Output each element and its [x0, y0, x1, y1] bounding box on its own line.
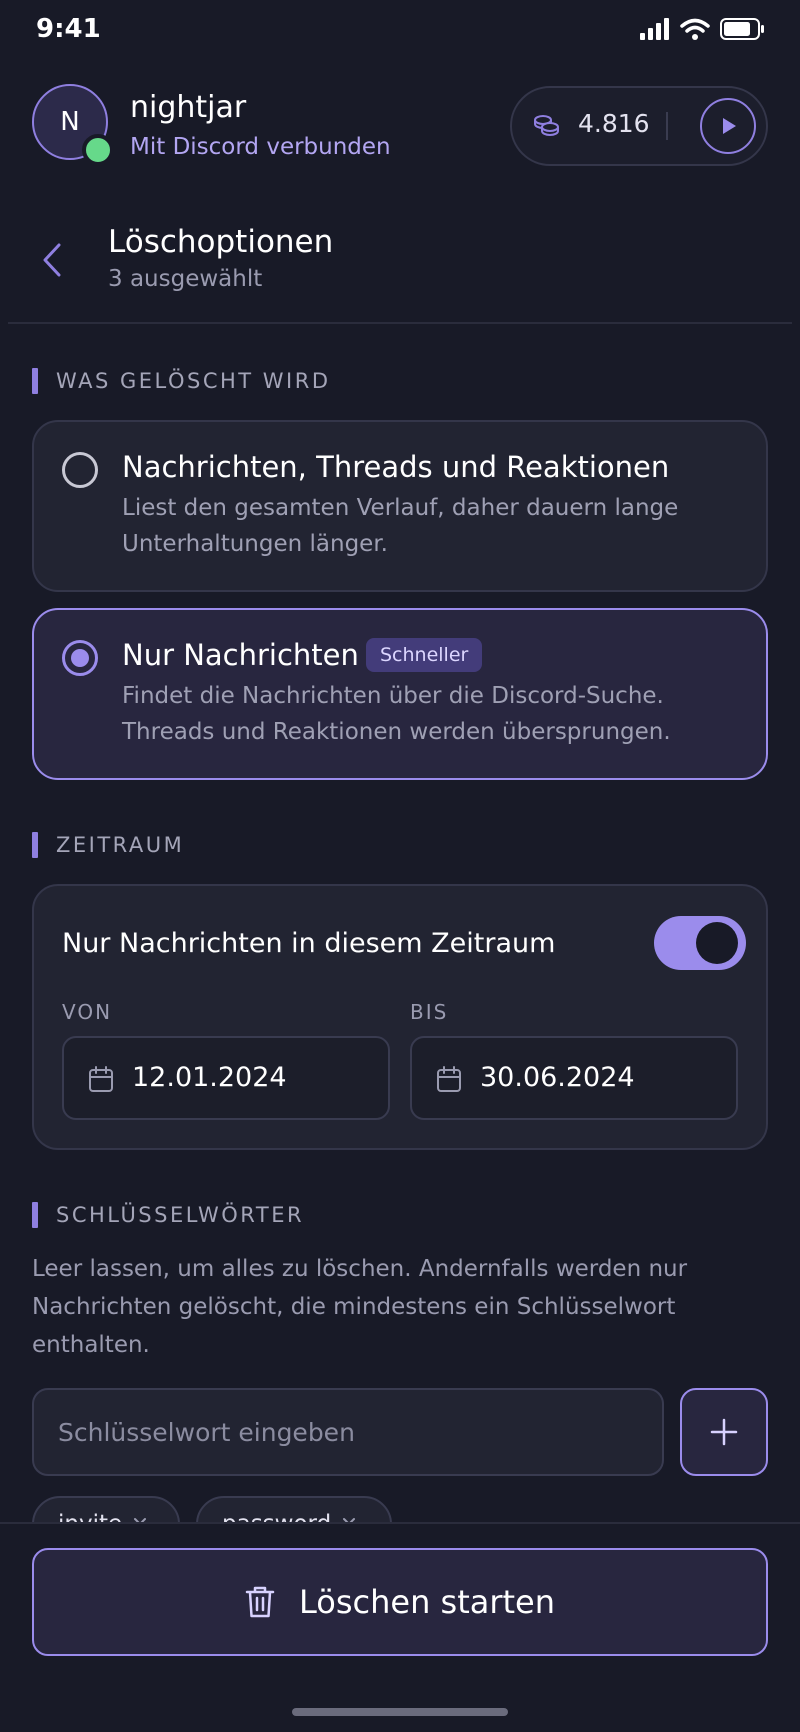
start-deletion-label: Löschen starten: [298, 1583, 556, 1621]
option-messages-only-description: Findet die Nachrichten über die Discord-…: [122, 683, 671, 745]
play-button[interactable]: [700, 98, 756, 154]
avatar-initial: N: [60, 107, 80, 137]
section-range-heading: ZEITRAUM: [32, 832, 184, 858]
credits-balance: 4.816: [578, 109, 650, 138]
section-keywords-label: SCHLÜSSELWÖRTER: [56, 1203, 305, 1227]
battery-icon: [720, 18, 764, 40]
radio-full-history[interactable]: [62, 452, 98, 488]
status-time: 9:41: [36, 14, 101, 44]
back-button[interactable]: [36, 238, 68, 282]
signal-icon: [640, 18, 669, 40]
range-toggle-label: Nur Nachrichten in diesem Zeitraum: [62, 928, 556, 959]
coins-icon: [534, 115, 559, 137]
online-status-dot: [82, 134, 114, 166]
keyword-chip-row: invite password: [32, 1496, 452, 1524]
calendar-icon: [437, 1066, 461, 1092]
trash-icon: [245, 1586, 275, 1618]
option-full-history-description: Liest den gesamten Verlauf, daher dauern…: [122, 495, 679, 557]
radio-messages-only[interactable]: [62, 640, 98, 676]
from-label: VON: [62, 1000, 113, 1024]
section-scope-label: WAS GELÖSCHT WIRD: [56, 369, 331, 393]
plus-icon: [710, 1418, 738, 1446]
start-deletion-button[interactable]: Löschen starten: [32, 1548, 768, 1656]
connection-status: Mit Discord verbunden: [130, 134, 391, 160]
pill-divider: [666, 112, 668, 140]
section-accent-bar: [32, 1202, 38, 1228]
add-keyword-button[interactable]: [680, 1388, 768, 1476]
chevron-left-icon: [43, 243, 61, 277]
section-keywords-heading: SCHLÜSSELWÖRTER: [32, 1202, 304, 1228]
range-toggle-knob: [696, 922, 738, 964]
keyword-input[interactable]: [32, 1388, 664, 1476]
to-label: BIS: [410, 1000, 449, 1024]
play-icon: [723, 118, 736, 134]
section-scope-heading: WAS GELÖSCHT WIRD: [32, 368, 331, 394]
option-full-history-title: Nachrichten, Threads und Reaktionen: [122, 450, 670, 484]
keyword-chip[interactable]: password: [196, 1496, 392, 1524]
wifi-icon: [680, 18, 710, 40]
username: nightjar: [130, 90, 247, 125]
section-accent-bar: [32, 368, 38, 394]
option-messages-only-title: Nur Nachrichten: [122, 638, 359, 672]
keywords-help-text: Leer lassen, um alles zu löschen. Andern…: [32, 1256, 688, 1358]
faster-badge: Schneller: [366, 638, 483, 672]
calendar-icon: [89, 1066, 113, 1092]
home-indicator[interactable]: [292, 1708, 508, 1716]
keyword-chip[interactable]: invite: [32, 1496, 180, 1524]
radio-selected-dot: [71, 649, 89, 667]
page-title: Löschoptionen: [108, 224, 334, 260]
to-date-value: 30.06.2024: [480, 1062, 635, 1093]
selection-count: 3 ausgewählt: [108, 266, 263, 292]
status-icons: [640, 18, 764, 40]
header-divider: [8, 322, 792, 324]
section-range-label: ZEITRAUM: [56, 833, 185, 857]
from-date-value: 12.01.2024: [132, 1062, 287, 1093]
section-accent-bar: [32, 832, 38, 858]
